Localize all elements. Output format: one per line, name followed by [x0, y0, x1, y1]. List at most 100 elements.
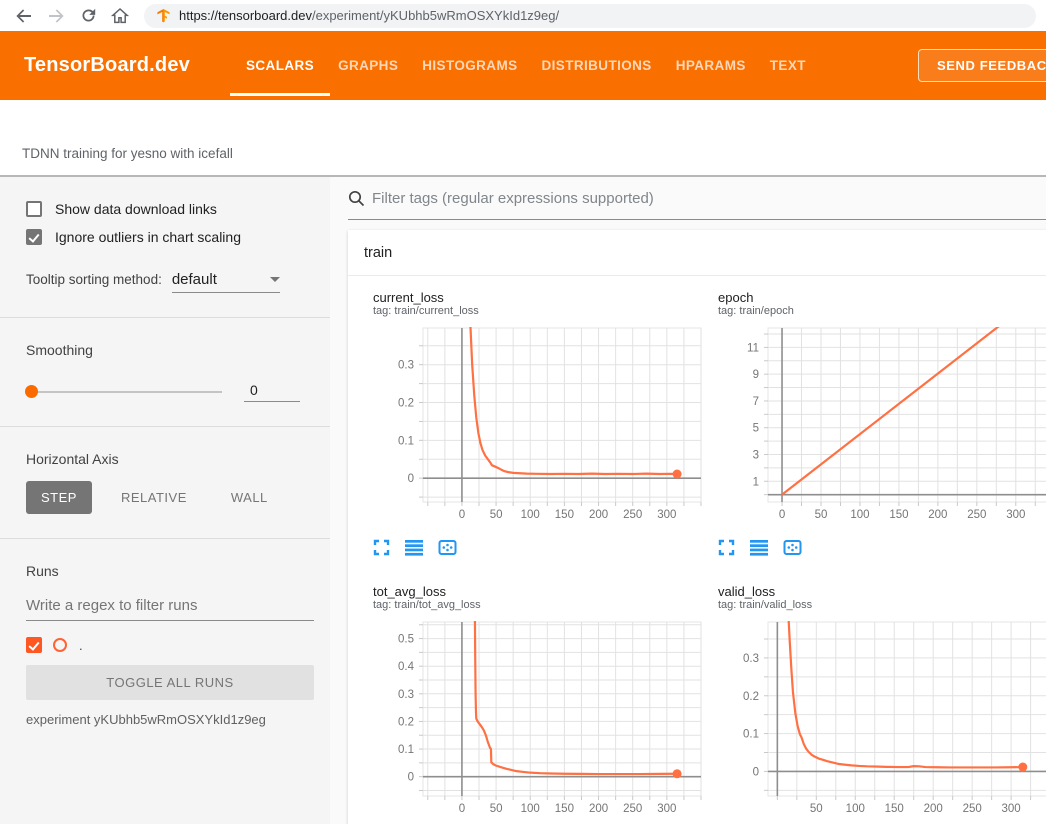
send-feedback-button[interactable]: SEND FEEDBACK	[918, 49, 1046, 82]
axis-step-button[interactable]: STEP	[26, 481, 92, 514]
chart-tot-avg-loss: tot_avg_loss tag: train/tot_avg_loss 050…	[348, 570, 693, 824]
app-logo: TensorBoard.dev	[24, 54, 190, 77]
show-download-links-label: Show data download links	[55, 201, 217, 217]
data-table-icon[interactable]	[750, 539, 768, 556]
toggle-all-runs-button[interactable]: TOGGLE ALL RUNS	[26, 665, 314, 700]
section-header-train[interactable]: train	[348, 230, 1046, 276]
svg-text:300: 300	[657, 509, 676, 521]
ignore-outliers-row[interactable]: Ignore outliers in chart scaling	[26, 229, 314, 245]
svg-text:100: 100	[850, 509, 869, 521]
svg-text:50: 50	[490, 509, 503, 521]
home-icon[interactable]	[108, 4, 132, 28]
scalars-dashboard: Filter tags (regular expressions support…	[330, 177, 1046, 824]
svg-text:0: 0	[779, 509, 785, 521]
axis-relative-button[interactable]: RELATIVE	[106, 481, 202, 514]
show-download-links-checkbox[interactable]	[26, 201, 42, 217]
svg-text:150: 150	[555, 509, 574, 521]
main-nav: SCALARS GRAPHS HISTOGRAMS DISTRIBUTIONS …	[234, 31, 818, 100]
run-color-swatch	[53, 638, 67, 652]
svg-text:150: 150	[555, 803, 574, 815]
chart-epoch: epoch tag: train/epoch 05010015020025030…	[693, 276, 1046, 556]
chart-current-loss: current_loss tag: train/current_loss 0 50…	[348, 276, 693, 556]
chart-tag: tag: train/valid_loss	[718, 599, 1046, 612]
fit-data-icon[interactable]	[438, 539, 457, 556]
svg-text:0: 0	[753, 766, 759, 778]
axis-wall-button[interactable]: WALL	[216, 481, 283, 514]
svg-text:300: 300	[1006, 509, 1025, 521]
chart-title: current_loss	[373, 290, 693, 305]
svg-text:0.1: 0.1	[743, 729, 759, 741]
chart-tag: tag: train/epoch	[718, 305, 1046, 318]
svg-text:50: 50	[815, 509, 828, 521]
svg-text:250: 250	[967, 509, 986, 521]
smoothing-value-input[interactable]: 0	[244, 382, 300, 402]
svg-text:9: 9	[753, 369, 759, 381]
experiment-id-caption: experiment yKUbhb5wRmOSXYkId1z9eg	[26, 712, 314, 727]
charts-grid: current_loss tag: train/current_loss 0 50…	[348, 276, 1046, 824]
svg-text:0: 0	[459, 509, 465, 521]
svg-text:0.2: 0.2	[743, 691, 759, 703]
chart-tag: tag: train/tot_avg_loss	[373, 599, 693, 612]
line-chart[interactable]: 05010015020025030000.10.20.3	[373, 324, 693, 531]
search-icon	[348, 190, 365, 207]
tab-hparams[interactable]: HPARAMS	[664, 31, 758, 100]
fullscreen-icon[interactable]	[373, 539, 390, 556]
tab-scalars[interactable]: SCALARS	[234, 31, 326, 100]
chart-tag: tag: train/current_loss	[373, 305, 693, 318]
tooltip-sorting-label: Tooltip sorting method:	[26, 272, 162, 287]
run-name: .	[79, 638, 83, 653]
tab-text[interactable]: TEXT	[758, 31, 818, 100]
line-chart[interactable]: 5010015020025030000.10.20.3	[718, 618, 1046, 824]
svg-text:0.5: 0.5	[398, 634, 414, 646]
fit-data-icon[interactable]	[783, 539, 802, 556]
svg-text:1: 1	[753, 476, 759, 488]
horizontal-axis-label: Horizontal Axis	[26, 451, 314, 467]
svg-text:7: 7	[753, 396, 759, 408]
reload-icon[interactable]	[76, 4, 100, 28]
data-table-icon[interactable]	[405, 539, 423, 556]
smoothing-slider[interactable]	[26, 391, 222, 393]
svg-text:0.2: 0.2	[398, 716, 414, 728]
chart-title: epoch	[718, 290, 1046, 305]
address-bar[interactable]: https://tensorboard.dev/experiment/yKUbh…	[144, 4, 1036, 28]
run-item-row[interactable]: .	[26, 637, 314, 653]
svg-text:0.1: 0.1	[398, 435, 414, 447]
runs-filter-input[interactable]: Write a regex to filter runs	[26, 597, 314, 621]
line-chart[interactable]: 0501001502002503001357911	[718, 324, 1046, 531]
fullscreen-icon[interactable]	[718, 539, 735, 556]
svg-text:50: 50	[810, 803, 823, 815]
line-chart[interactable]: 05010015020025030000.10.20.30.40.5	[373, 618, 693, 824]
svg-text:100: 100	[521, 803, 540, 815]
tab-distributions[interactable]: DISTRIBUTIONS	[530, 31, 664, 100]
tooltip-sorting-value: default	[172, 271, 217, 288]
smoothing-section: Smoothing 0	[0, 318, 330, 427]
tag-filter-input[interactable]: Filter tags (regular expressions support…	[372, 190, 654, 207]
svg-text:0.3: 0.3	[398, 689, 414, 701]
experiment-title: TDNN training for yesno with icefall	[22, 146, 233, 161]
svg-text:0.2: 0.2	[398, 398, 414, 410]
url-domain: https://tensorboard.dev	[179, 8, 312, 23]
svg-text:0: 0	[459, 803, 465, 815]
tab-histograms[interactable]: HISTOGRAMS	[410, 31, 529, 100]
tooltip-sorting-select[interactable]: default	[172, 271, 280, 293]
tag-filter-row[interactable]: Filter tags (regular expressions support…	[348, 177, 1046, 220]
chart-title: valid_loss	[718, 584, 1046, 599]
ignore-outliers-checkbox[interactable]	[26, 229, 42, 245]
smoothing-slider-thumb[interactable]	[25, 385, 38, 398]
svg-text:300: 300	[657, 803, 676, 815]
tensorboard-favicon	[156, 8, 171, 23]
svg-text:200: 200	[924, 803, 943, 815]
general-settings-section: Show data download links Ignore outliers…	[0, 177, 330, 318]
train-section-card: train current_loss tag: train/current_lo…	[348, 230, 1046, 824]
svg-text:0.1: 0.1	[398, 744, 414, 756]
svg-text:200: 200	[928, 509, 947, 521]
ignore-outliers-label: Ignore outliers in chart scaling	[55, 229, 241, 245]
back-icon[interactable]	[12, 4, 36, 28]
run-checkbox[interactable]	[26, 637, 42, 653]
svg-text:100: 100	[521, 509, 540, 521]
show-download-links-row[interactable]: Show data download links	[26, 201, 314, 217]
tab-graphs[interactable]: GRAPHS	[326, 31, 410, 100]
chart-valid-loss: valid_loss tag: train/valid_loss 5010015…	[693, 570, 1046, 824]
forward-icon[interactable]	[44, 4, 68, 28]
chart-title: tot_avg_loss	[373, 584, 693, 599]
